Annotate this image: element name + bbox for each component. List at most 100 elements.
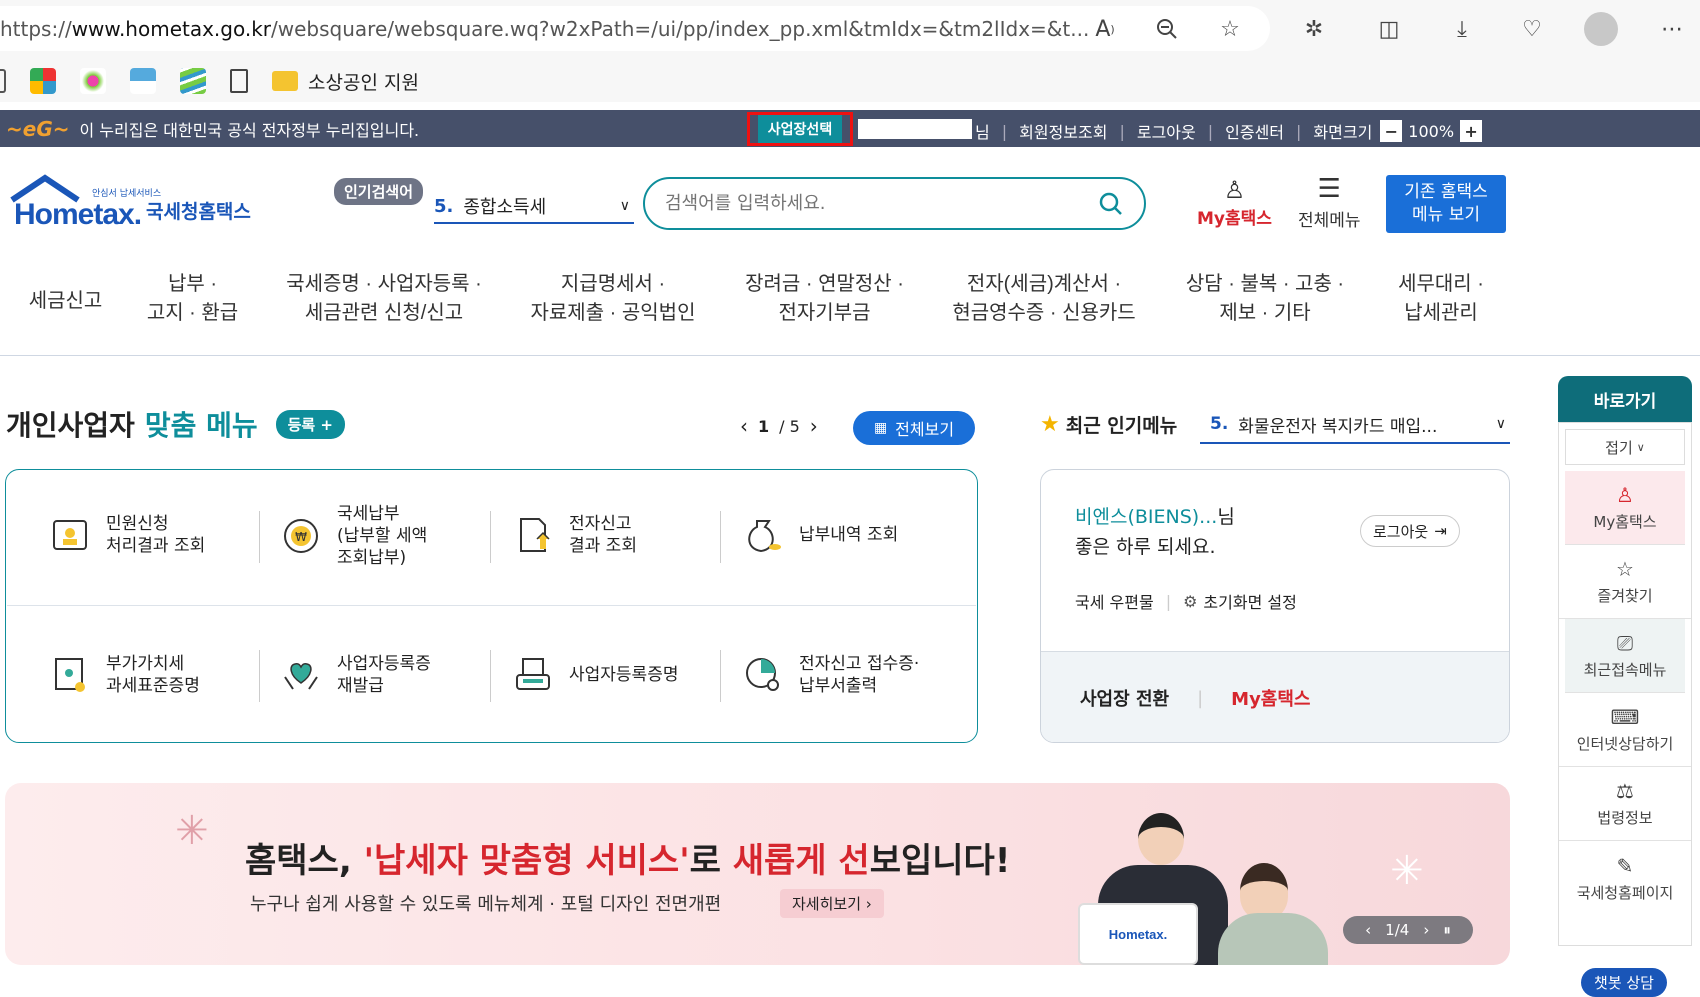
menu-item-civil-petition[interactable]: 민원신청 처리결과 조회 <box>48 513 205 557</box>
quick-recent-menu[interactable]: ⎚ 최근접속메뉴 <box>1565 619 1685 693</box>
split-screen-icon[interactable]: ◫ <box>1372 12 1406 46</box>
url-path: /websquare/websquare.wq?w2xPath=/ui/pp/i… <box>271 16 1090 41</box>
search-icon[interactable] <box>1098 191 1124 217</box>
sparkle-icon: ✳ <box>175 808 209 854</box>
quick-item-label: 즐겨찾기 <box>1597 587 1653 605</box>
cert-center-link[interactable]: 인증센터 <box>1225 119 1284 143</box>
nav-label: 세금관련 신청/신고 <box>304 302 464 324</box>
address-bar[interactable]: https://www.hometax.go.kr/websquare/webs… <box>0 6 1270 51</box>
nav-payment-statement[interactable]: 지급명세서 · 자료제출 · 공익법인 <box>523 270 703 328</box>
popular-menu-dropdown[interactable]: 5. 화물운전자 복지카드 매입... ∨ <box>1200 406 1510 444</box>
nav-tax-return[interactable]: 세금신고 <box>18 287 113 316</box>
item-divider <box>259 650 260 702</box>
nav-incentive[interactable]: 장려금 · 연말정산 · 전자기부금 <box>732 270 917 328</box>
pause-icon[interactable]: ⏸ <box>1443 921 1451 939</box>
quick-nts-homepage[interactable]: ✎ 국세청홈페이지 <box>1559 841 1691 915</box>
business-select-button[interactable]: 사업장선택 <box>757 115 843 143</box>
old-menu-button[interactable]: 기존 홈택스 메뉴 보기 <box>1386 175 1506 233</box>
monitor-search-icon: ⎚ <box>1617 631 1633 655</box>
bookmark-site-icon[interactable] <box>130 68 156 94</box>
money-bag-icon <box>741 513 785 557</box>
switch-business-button[interactable]: 사업장 전환 <box>1080 685 1169 711</box>
menu-item-reissue-registration[interactable]: 사업자등록증 재발급 <box>279 653 431 697</box>
laptop: Hometax. <box>1078 903 1198 965</box>
collapse-label: 접기 <box>1605 438 1633 457</box>
register-button[interactable]: 등록 + <box>275 409 346 439</box>
banner-detail-button[interactable]: 자세히보기 › <box>780 889 884 918</box>
nav-e-invoice[interactable]: 전자(세금)계산서 · 현금영수증 · 신용카드 <box>944 270 1144 328</box>
nav-consult[interactable]: 상담 · 불복 · 고충 · 제보 · 기타 <box>1174 270 1356 328</box>
quick-my-hometax[interactable]: ♙ My홈택스 <box>1565 471 1685 545</box>
all-menu-button[interactable]: ☰ 전체메뉴 <box>1298 176 1361 231</box>
my-hometax-panel-button[interactable]: My홈택스 <box>1231 685 1310 711</box>
nav-payment[interactable]: 납부 · 고지 · 환급 <box>135 270 250 328</box>
user-greeting: 비엔스(BIENS)...님 좋은 하루 되세요. <box>1075 502 1235 562</box>
logout-label: 로그아웃 <box>1373 522 1429 541</box>
banner-headline-c: 로 <box>689 841 733 881</box>
custom-menu-title-b: 맞춤 메뉴 <box>144 409 258 442</box>
logout-link[interactable]: 로그아웃 <box>1137 119 1196 143</box>
member-info-link[interactable]: 회원정보조회 <box>1019 119 1107 143</box>
menu-item-tax-payment[interactable]: ₩ 국세납부 (납부할 세액 조회납부) <box>279 503 427 569</box>
popular-rank: 5. <box>434 195 454 217</box>
search-box[interactable] <box>643 177 1146 230</box>
nav-tax-agent[interactable]: 세무대리 · 납세관리 <box>1386 270 1496 328</box>
page-current: 1 <box>758 416 770 436</box>
quick-online-consult[interactable]: ⌨ 인터넷상담하기 <box>1559 693 1691 767</box>
custom-menu-title: 개인사업자 맞춤 메뉴 등록 + <box>6 404 346 444</box>
promo-banner[interactable]: ✳ ✳ 홈택스, '납세자 맞춤형 서비스'로 새롭게 선보입니다! 누구나 쉽… <box>5 783 1510 965</box>
tax-mail-link[interactable]: 국세 우편물 <box>1075 589 1154 613</box>
view-all-label: 전체보기 <box>895 420 955 439</box>
my-hometax-label: My홈택스 <box>1197 209 1272 229</box>
chevron-down-icon: ∨ <box>1636 440 1645 454</box>
greeting-text: 좋은 하루 되세요. <box>1075 536 1216 558</box>
nav-label: 현금영수증 · 신용카드 <box>952 302 1136 324</box>
downloads-icon[interactable]: ⤓ <box>1445 12 1479 46</box>
more-options-icon[interactable]: ⋯ <box>1655 12 1689 46</box>
logo-text: Hometax. <box>14 198 142 231</box>
nav-certificate[interactable]: 국세증명 · 사업자등록 · 세금관련 신청/신고 <box>268 270 500 328</box>
zoom-out-icon[interactable] <box>1150 12 1184 46</box>
chatbot-button[interactable]: 챗봇 상담 <box>1581 968 1667 997</box>
menu-item-label: 사업자등록증 <box>337 654 431 674</box>
bookmark-folder[interactable]: 소상공인 지원 <box>272 68 419 95</box>
menu-item-receipt-print[interactable]: 전자신고 접수증· 납부서출력 <box>741 653 919 697</box>
zoom-minus-icon[interactable]: − <box>1380 120 1403 142</box>
read-aloud-icon[interactable]: A) <box>1088 12 1122 46</box>
browser-essentials-icon[interactable]: ♡ <box>1515 12 1549 46</box>
menu-item-registration-cert[interactable]: 사업자등록증명 <box>511 653 678 697</box>
old-menu-line1: 기존 홈택스 <box>1404 182 1488 202</box>
chevron-right-icon[interactable]: › <box>810 414 818 438</box>
bookmark-site-icon[interactable] <box>30 68 56 94</box>
menu-item-label: 납부서출력 <box>799 676 878 696</box>
chevron-right-icon[interactable]: › <box>1423 921 1429 939</box>
quick-law-info[interactable]: ⚖ 법령정보 <box>1559 767 1691 841</box>
chevron-left-icon[interactable]: ‹ <box>1365 921 1371 939</box>
menu-item-vat-certificate[interactable]: 부가가치세 과세표준증명 <box>48 653 200 697</box>
collapse-button[interactable]: 접기 ∨ <box>1565 429 1685 465</box>
view-all-button[interactable]: ▦ 전체보기 <box>853 411 975 445</box>
chevron-left-icon[interactable]: ‹ <box>740 414 748 438</box>
popular-menu-title-text: 최근 인기메뉴 <box>1065 415 1178 437</box>
grid-icon: ▦ <box>873 420 888 436</box>
bookmark-site-icon[interactable] <box>180 68 206 94</box>
extensions-icon[interactable]: ✲ <box>1297 12 1331 46</box>
menu-item-payment-history[interactable]: 납부내역 조회 <box>741 513 898 557</box>
bookmark-page-icon[interactable] <box>0 69 6 93</box>
profile-avatar[interactable] <box>1584 12 1618 46</box>
logout-button[interactable]: 로그아웃 ⇥ <box>1360 515 1460 547</box>
banner-headline-e: 보입니다! <box>869 841 1011 881</box>
popular-search-dropdown[interactable]: 5. 종합소득세 ∨ <box>434 190 634 224</box>
init-setting-link[interactable]: 초기화면 설정 <box>1203 589 1296 613</box>
bookmark-site-icon[interactable] <box>80 68 106 94</box>
bookmark-page-icon[interactable] <box>230 69 248 93</box>
old-menu-line2: 메뉴 보기 <box>1412 205 1480 225</box>
search-input[interactable] <box>665 193 1098 214</box>
quick-favorites[interactable]: ☆ 즐겨찾기 <box>1559 545 1691 619</box>
zoom-plus-icon[interactable]: + <box>1460 120 1483 142</box>
url-prefix: https:// <box>0 16 72 41</box>
favorite-star-icon[interactable]: ☆ <box>1213 12 1247 46</box>
my-hometax-header-button[interactable]: ♙ My홈택스 <box>1197 176 1272 229</box>
menu-item-e-filing-result[interactable]: 전자신고 결과 조회 <box>511 513 637 557</box>
banner-pager: ‹ 1/4 › ⏸ <box>1343 916 1473 944</box>
